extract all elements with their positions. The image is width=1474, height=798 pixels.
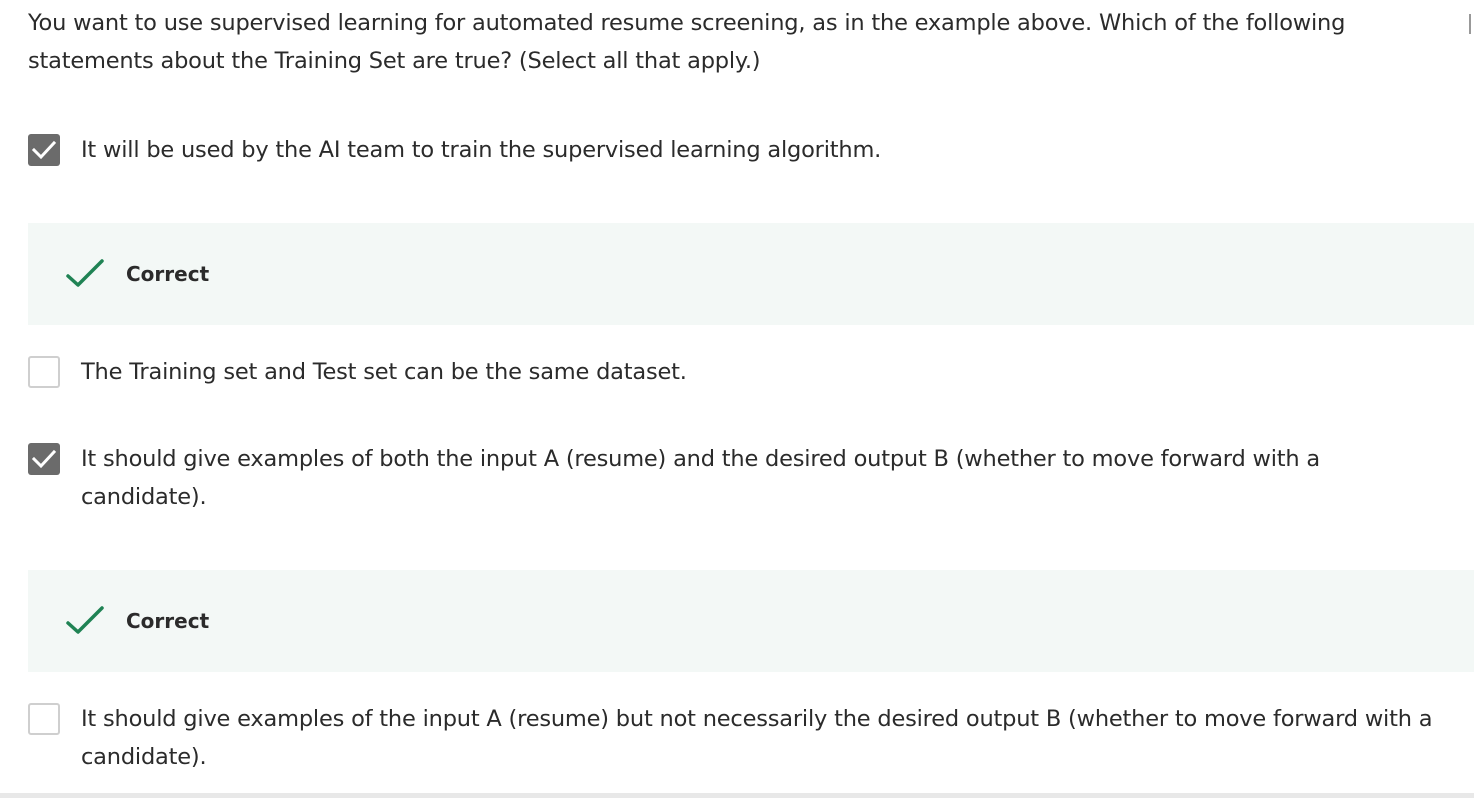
option-1-feedback: Correct — [28, 223, 1474, 325]
option-3-checkbox[interactable] — [28, 443, 60, 475]
feedback-label: Correct — [126, 262, 210, 286]
option-2-label: The Training set and Test set can be the… — [81, 359, 687, 385]
answer-option-3[interactable]: It should give examples of both the inpu… — [28, 440, 1448, 516]
answer-option-1[interactable]: It will be used by the AI team to train … — [28, 131, 1448, 169]
option-3-label: It should give examples of both the inpu… — [81, 446, 1320, 510]
correct-check-icon — [66, 259, 104, 287]
option-2-checkbox[interactable] — [28, 356, 60, 388]
option-3-feedback: Correct — [28, 570, 1474, 672]
checkmark-icon — [31, 449, 57, 469]
option-4-label: It should give examples of the input A (… — [81, 706, 1433, 770]
question-number-edge — [0, 12, 2, 34]
answer-option-2[interactable]: The Training set and Test set can be the… — [28, 353, 1448, 391]
question-prompt: You want to use supervised learning for … — [28, 10, 1346, 74]
page-bottom-divider — [0, 793, 1474, 798]
checkmark-icon — [31, 140, 57, 160]
answer-option-4[interactable]: It should give examples of the input A (… — [28, 700, 1448, 776]
feedback-label: Correct — [126, 609, 210, 633]
correct-check-icon — [66, 606, 104, 634]
option-1-checkbox[interactable] — [28, 134, 60, 166]
option-4-checkbox[interactable] — [28, 703, 60, 735]
scrollbar-edge[interactable] — [1469, 14, 1474, 34]
option-1-label: It will be used by the AI team to train … — [81, 137, 882, 163]
